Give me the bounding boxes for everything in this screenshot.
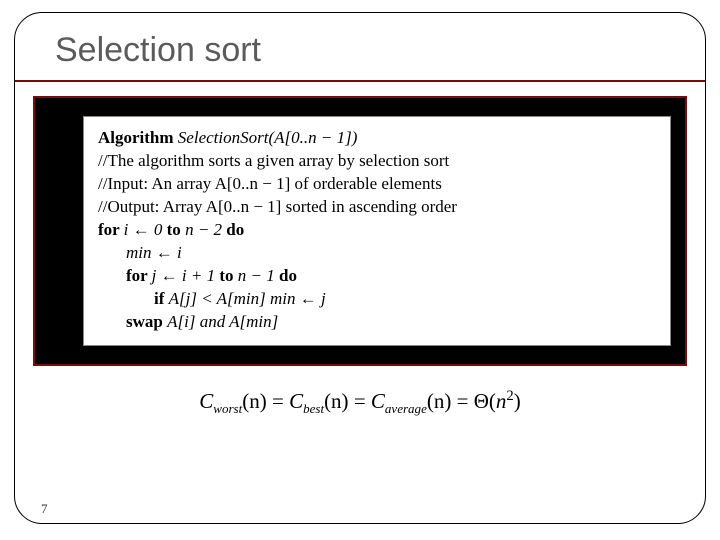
code-line-4: //Output: Array A[0..n − 1] sorted in as… — [98, 196, 656, 219]
eq-eq2: = — [349, 389, 371, 413]
code-line-9: swap A[i] and A[min] — [98, 311, 656, 334]
eq-avg: average — [385, 402, 427, 417]
code-line-2: //The algorithm sorts a given array by s… — [98, 150, 656, 173]
eq-n: n — [496, 389, 507, 413]
complexity-equation: Cworst(n) = Cbest(n) = Caverage(n) = Θ(n… — [15, 388, 705, 417]
code-line-1: Algorithm SelectionSort(A[0..n − 1]) — [98, 127, 656, 150]
kw-swap: swap — [126, 312, 167, 331]
code-line-6: min ← i — [98, 242, 656, 265]
eq-worst: worst — [213, 402, 242, 417]
kw-do-outer: do — [226, 220, 244, 239]
code-l8-body: A[j] < A[min] min ← j — [169, 289, 326, 308]
kw-if: if — [154, 289, 169, 308]
eq-eq3: = — [451, 389, 473, 413]
code-l9-body: A[i] and A[min] — [167, 312, 278, 331]
kw-for-inner: for — [126, 266, 152, 285]
eq-close: ) — [514, 389, 521, 413]
eq-arg2: (n) — [324, 389, 349, 413]
kw-to-inner: to — [219, 266, 233, 285]
kw-to-outer: to — [167, 220, 181, 239]
eq-sq: 2 — [506, 388, 513, 404]
code-line-3: //Input: An array A[0..n − 1] of orderab… — [98, 173, 656, 196]
code-line-7: for j ← i + 1 to n − 1 do — [98, 265, 656, 288]
eq-eq1: = — [267, 389, 289, 413]
eq-open: ( — [489, 389, 496, 413]
title-divider — [15, 80, 705, 82]
eq-c2: C — [289, 389, 303, 413]
code-l7-body: j ← i + 1 — [152, 266, 220, 285]
code-line-8: if A[j] < A[min] min ← j — [98, 288, 656, 311]
slide-title: Selection sort — [15, 31, 705, 70]
code-l5-body: i ← 0 — [124, 220, 167, 239]
slide-frame: Selection sort Algorithm SelectionSort(A… — [14, 12, 706, 524]
kw-for-outer: for — [98, 220, 124, 239]
eq-theta: Θ — [474, 389, 489, 413]
eq-c3: C — [371, 389, 385, 413]
code-sig: SelectionSort(A[0..n − 1]) — [174, 128, 358, 147]
eq-arg1: (n) — [242, 389, 267, 413]
code-l7-end: n − 1 — [234, 266, 279, 285]
code-line-5: for i ← 0 to n − 2 do — [98, 219, 656, 242]
eq-c1: C — [199, 389, 213, 413]
code-l5-end: n − 2 — [181, 220, 226, 239]
kw-do-inner: do — [279, 266, 297, 285]
algorithm-code-box: Algorithm SelectionSort(A[0..n − 1]) //T… — [83, 116, 671, 346]
algorithm-outer-box: Algorithm SelectionSort(A[0..n − 1]) //T… — [33, 96, 687, 366]
eq-best: best — [303, 402, 324, 417]
page-number: 7 — [41, 501, 48, 517]
eq-arg3: (n) — [427, 389, 452, 413]
kw-algorithm: Algorithm — [98, 128, 174, 147]
